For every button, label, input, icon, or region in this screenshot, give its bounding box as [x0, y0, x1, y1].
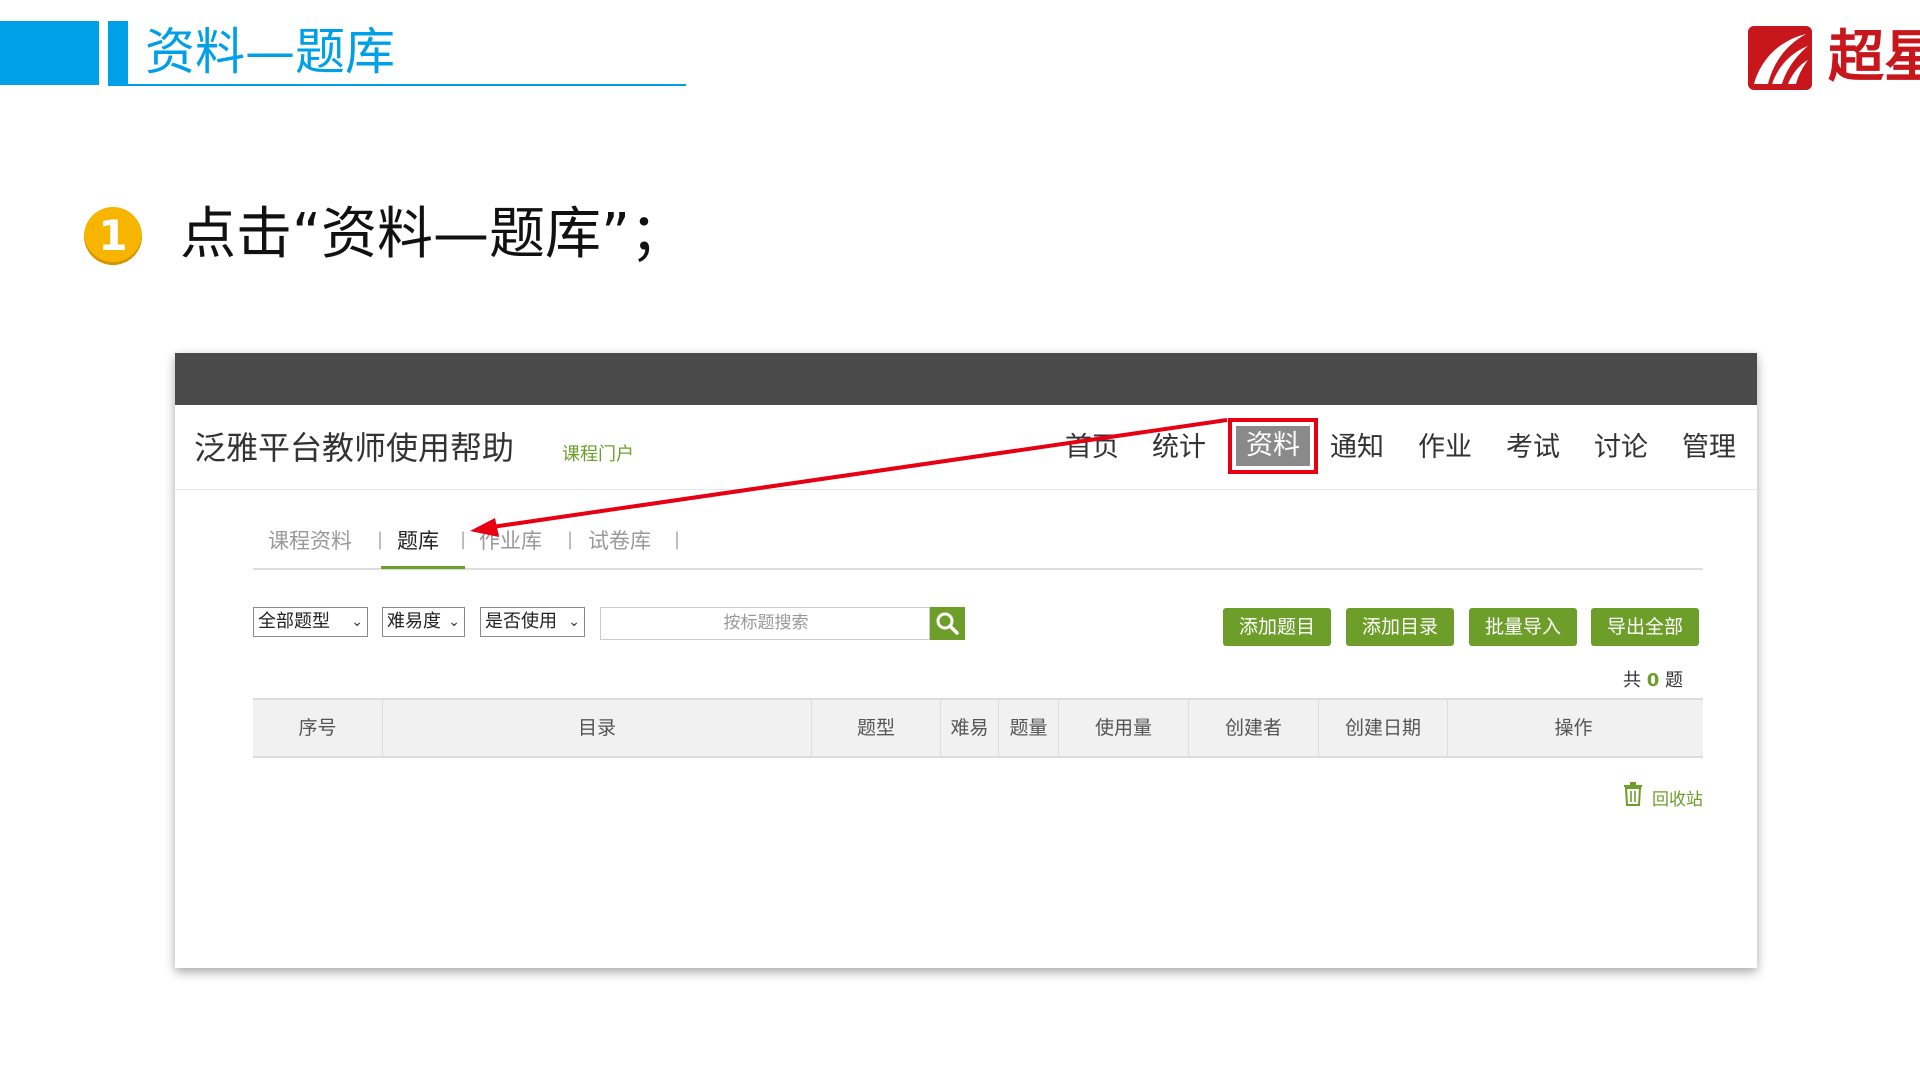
total-count: 0 — [1646, 670, 1660, 691]
question-type-value: 全部题型 — [258, 611, 330, 632]
col-quantity: 题量 — [999, 700, 1059, 756]
tab-paper-bank[interactable]: 试卷库 — [588, 525, 651, 555]
subtab-baseline — [253, 568, 1703, 570]
usage-value: 是否使用 — [485, 611, 557, 632]
header-divider — [175, 489, 1757, 490]
search-input[interactable]: 按标题搜索 — [600, 607, 930, 640]
usage-select[interactable]: 是否使用 ⌄ — [480, 607, 585, 637]
question-total: 共 0 题 — [1623, 666, 1683, 692]
step-instruction: 点击“资料—题库”； — [180, 202, 687, 267]
col-actions: 操作 — [1554, 717, 1593, 739]
top-dark-bar — [175, 353, 1757, 405]
total-prefix: 共 — [1623, 670, 1641, 691]
slide-title: 资料—题库 — [145, 23, 395, 81]
header-block — [0, 21, 99, 85]
add-question-button[interactable]: 添加题目 — [1223, 608, 1331, 646]
col-difficulty: 难易 — [941, 700, 999, 756]
tab-separator: | — [674, 529, 681, 550]
site-title: 泛雅平台教师使用帮助 — [194, 429, 515, 467]
nav-discussion[interactable]: 讨论 — [1594, 425, 1648, 464]
nav-resources[interactable]: 资料 — [1236, 426, 1310, 466]
col-catalog: 目录 — [383, 700, 812, 756]
col-usage: 使用量 — [1059, 700, 1189, 756]
export-all-button[interactable]: 导出全部 — [1591, 608, 1699, 646]
tab-question-bank[interactable]: 题库 — [397, 525, 439, 555]
logo-mark-icon — [1748, 26, 1812, 90]
col-type: 题型 — [812, 700, 941, 756]
question-type-select[interactable]: 全部题型 ⌄ — [253, 607, 368, 637]
add-catalog-button[interactable]: 添加目录 — [1346, 608, 1454, 646]
difficulty-value: 难易度 — [387, 611, 441, 632]
course-portal-link[interactable]: 课程门户 — [562, 440, 634, 466]
header-underline — [108, 84, 686, 86]
col-creator: 创建者 — [1189, 700, 1319, 756]
total-suffix: 题 — [1665, 670, 1683, 691]
nav-home[interactable]: 首页 — [1065, 425, 1119, 464]
col-created-date: 创建日期 — [1319, 700, 1448, 756]
header-bar — [108, 21, 128, 85]
tab-homework-bank[interactable]: 作业库 — [479, 525, 542, 555]
tab-separator: | — [567, 529, 574, 550]
nav-stats[interactable]: 统计 — [1152, 425, 1206, 464]
difficulty-select[interactable]: 难易度 ⌄ — [382, 607, 465, 637]
nav-homework[interactable]: 作业 — [1418, 425, 1472, 464]
search-button[interactable] — [930, 607, 965, 640]
chevron-down-icon: ⌄ — [568, 614, 580, 630]
tab-separator: | — [377, 529, 384, 550]
tab-course-materials[interactable]: 课程资料 — [268, 525, 352, 555]
chevron-down-icon: ⌄ — [351, 614, 363, 630]
tab-separator: | — [460, 529, 467, 550]
trash-icon — [1624, 782, 1642, 806]
chevron-down-icon: ⌄ — [448, 614, 460, 630]
platform-screenshot: 泛雅平台教师使用帮助 课程门户 首页 统计 资料 通知 作业 考试 讨论 管理 … — [175, 353, 1757, 968]
nav-manage[interactable]: 管理 — [1682, 425, 1736, 464]
nav-resources-highlight: 资料 — [1228, 418, 1318, 474]
nav-notice[interactable]: 通知 — [1330, 425, 1384, 464]
active-tab-underline — [381, 566, 465, 569]
recycle-bin-link[interactable]: 回收站 — [1652, 785, 1703, 810]
search-placeholder: 按标题搜索 — [723, 613, 809, 633]
nav-exam[interactable]: 考试 — [1506, 425, 1560, 464]
batch-import-button[interactable]: 批量导入 — [1469, 608, 1577, 646]
chaoxing-logo: 超星 — [1748, 22, 1920, 92]
table-header: 序号 目录 题型 难易 题量 使用量 创建者 创建日期 操作 — [253, 698, 1703, 758]
step-number-badge: 1 — [84, 207, 142, 265]
search-icon — [936, 612, 959, 635]
logo-text: 超星 — [1828, 24, 1920, 90]
col-index: 序号 — [253, 700, 383, 756]
